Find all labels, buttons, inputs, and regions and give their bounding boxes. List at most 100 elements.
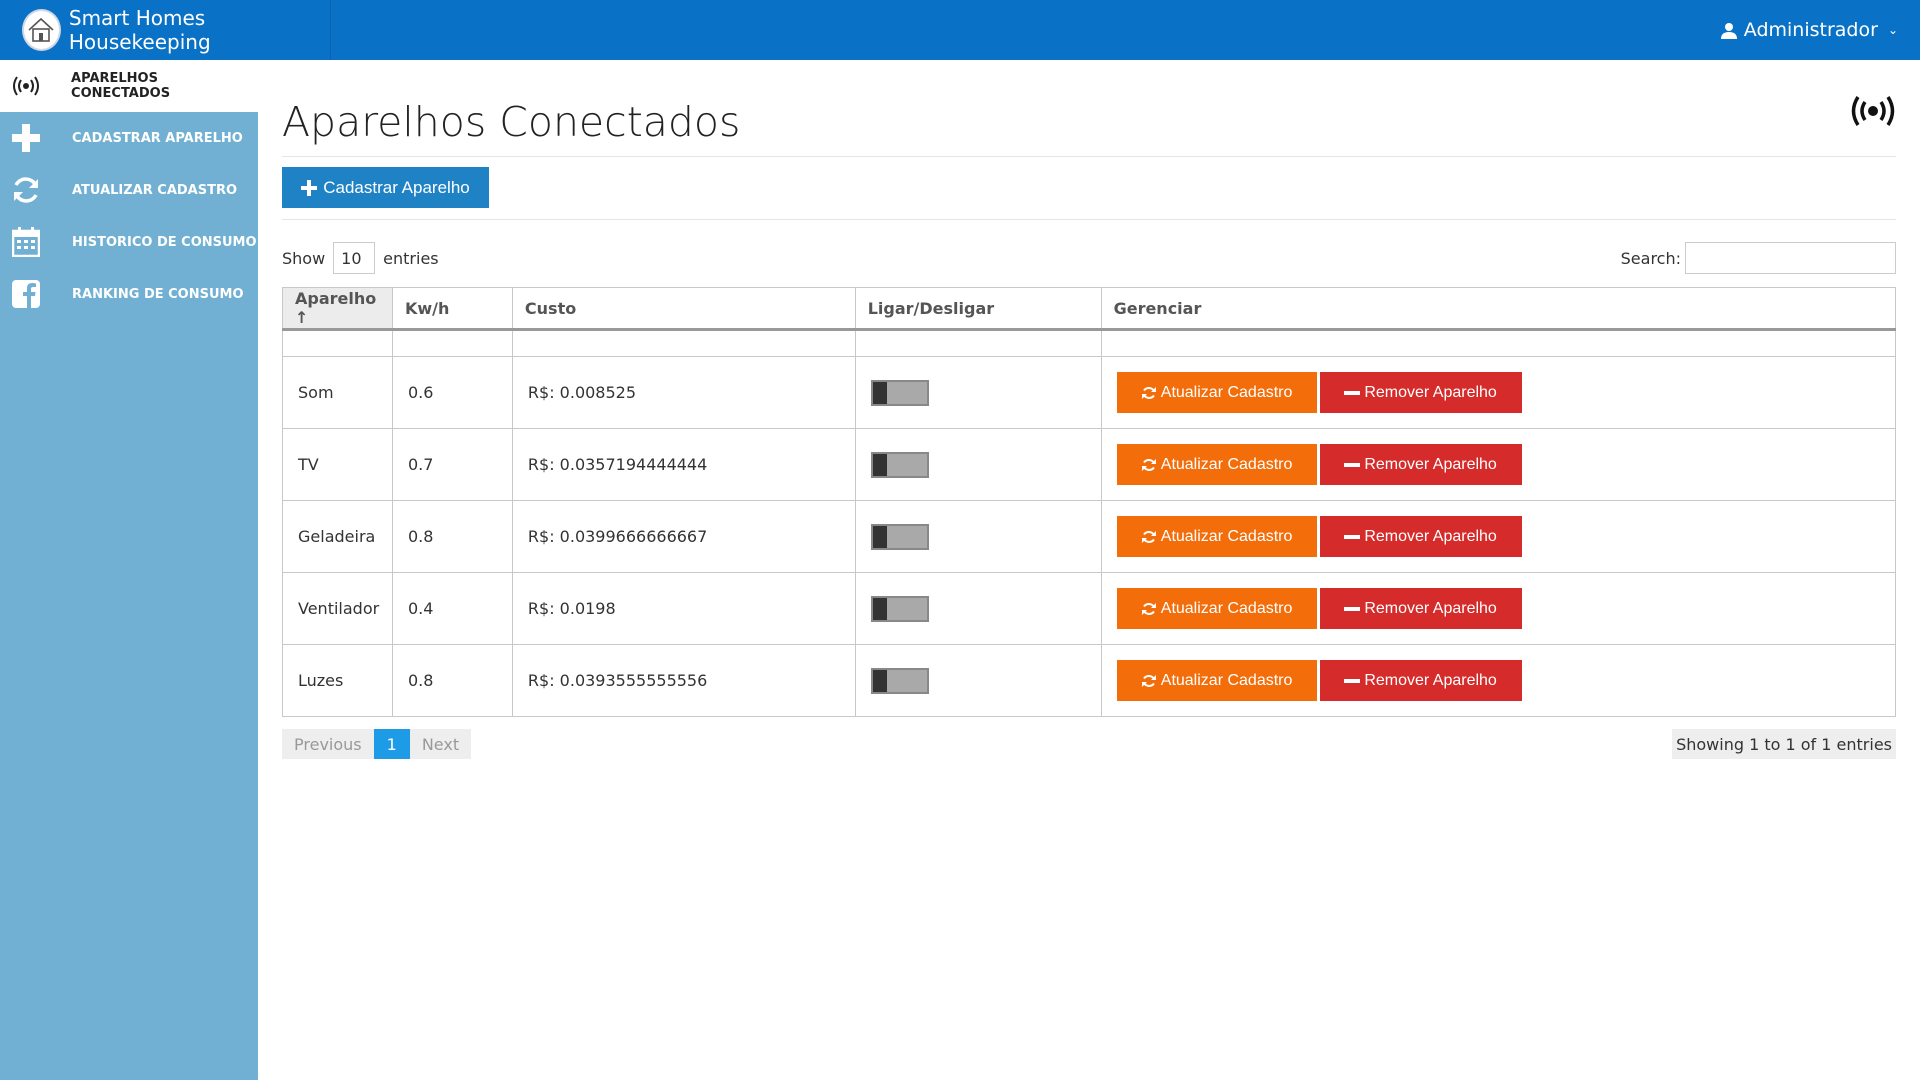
refresh-icon bbox=[1141, 602, 1156, 615]
cell-aparelho: Som bbox=[282, 356, 393, 429]
remove-button[interactable]: Remover Aparelho bbox=[1319, 660, 1522, 701]
cell-kwh: 0.7 bbox=[391, 428, 513, 501]
plus-icon bbox=[301, 179, 318, 196]
power-toggle[interactable] bbox=[870, 667, 929, 694]
cell-custo: R$: 0.0393555555556 bbox=[511, 644, 856, 717]
remove-button[interactable]: Remover Aparelho bbox=[1319, 372, 1522, 413]
column-header-gerenciar[interactable]: Gerenciar bbox=[1100, 287, 1897, 331]
brand[interactable]: Smart Homes Housekeeping bbox=[0, 0, 331, 60]
cell-aparelho: Luzes bbox=[282, 644, 393, 717]
cadastrar-aparelho-button[interactable]: Cadastrar Aparelho bbox=[282, 167, 489, 208]
minus-icon bbox=[1344, 678, 1361, 683]
column-header-custo[interactable]: Custo bbox=[511, 287, 856, 331]
minus-icon bbox=[1344, 462, 1361, 467]
table-row: Ventilador 0.4 R$: 0.0198 Atualizar Cada… bbox=[282, 572, 1897, 645]
cell-aparelho: TV bbox=[282, 428, 393, 501]
update-button[interactable]: Atualizar Cadastro bbox=[1116, 372, 1317, 413]
calendar-icon bbox=[0, 227, 72, 257]
remove-button[interactable]: Remover Aparelho bbox=[1319, 588, 1522, 629]
user-name: Administrador bbox=[1743, 19, 1878, 41]
divider bbox=[282, 156, 1896, 157]
page-length-control: Show 10 entries bbox=[282, 241, 439, 275]
sidebar-item-label: ATUALIZAR CADASTRO bbox=[72, 182, 238, 198]
remove-button[interactable]: Remover Aparelho bbox=[1319, 444, 1522, 485]
cell-actions: Atualizar Cadastro Remover Aparelho bbox=[1100, 644, 1897, 717]
table-row: Geladeira 0.8 R$: 0.0399666666667 Atuali… bbox=[282, 500, 1897, 573]
user-menu[interactable]: Administrador ⌄ bbox=[1720, 0, 1898, 60]
power-toggle[interactable] bbox=[870, 379, 929, 406]
refresh-icon bbox=[1141, 530, 1156, 543]
cell-actions: Atualizar Cadastro Remover Aparelho bbox=[1100, 428, 1897, 501]
pagination: Previous 1 Next bbox=[282, 729, 472, 759]
facebook-icon bbox=[0, 279, 72, 309]
sidebar-item-ranking-de-consumo[interactable]: RANKING DE CONSUMO bbox=[0, 268, 258, 320]
search-control: Search: bbox=[1621, 241, 1896, 275]
cell-custo: R$: 0.0399666666667 bbox=[511, 500, 856, 573]
table-row: Som 0.6 R$: 0.008525 Atualizar Cadastro R… bbox=[282, 356, 1897, 429]
cell-toggle bbox=[854, 644, 1102, 717]
next-button[interactable]: Next bbox=[409, 729, 472, 759]
cell-actions: Atualizar Cadastro Remover Aparelho bbox=[1100, 500, 1897, 573]
cell-custo: R$: 0.008525 bbox=[511, 356, 856, 429]
page-button-1[interactable]: 1 bbox=[373, 729, 410, 759]
cell-toggle bbox=[854, 356, 1102, 429]
sidebar-item-label: APARELHOS CONECTADOS bbox=[71, 71, 171, 101]
cell-actions: Atualizar Cadastro Remover Aparelho bbox=[1100, 572, 1897, 645]
table-row: TV 0.7 R$: 0.0357194444444 Atualizar Cad… bbox=[282, 428, 1897, 501]
cell-aparelho: Ventilador bbox=[282, 572, 393, 645]
radio-waves-icon bbox=[1850, 94, 1896, 133]
update-button[interactable]: Atualizar Cadastro bbox=[1116, 588, 1317, 629]
sidebar: APARELHOS CONECTADOS CADASTRAR APARELHO … bbox=[0, 60, 258, 1080]
empty-row bbox=[282, 329, 1897, 357]
cell-toggle bbox=[854, 428, 1102, 501]
table-header-row: Aparelho ↑ Kw/h Custo Ligar/Desligar Ger… bbox=[282, 287, 1897, 331]
update-button[interactable]: Atualizar Cadastro bbox=[1116, 516, 1317, 557]
table-row: Luzes 0.8 R$: 0.0393555555556 Atualizar … bbox=[282, 644, 1897, 717]
remove-button[interactable]: Remover Aparelho bbox=[1319, 516, 1522, 557]
sidebar-item-label: CADASTRAR APARELHO bbox=[72, 130, 243, 146]
previous-button[interactable]: Previous bbox=[282, 729, 374, 759]
cell-aparelho: Geladeira bbox=[282, 500, 393, 573]
table-info: Showing 1 to 1 of 1 entries bbox=[1672, 729, 1896, 759]
minus-icon bbox=[1344, 390, 1361, 395]
entries-select[interactable]: 10 bbox=[333, 242, 376, 274]
minus-icon bbox=[1344, 606, 1361, 611]
radio-waves-icon bbox=[0, 75, 71, 97]
power-toggle[interactable] bbox=[870, 523, 929, 550]
cell-custo: R$: 0.0198 bbox=[511, 572, 856, 645]
app-title: Smart Homes Housekeeping bbox=[68, 6, 211, 54]
sidebar-item-label: RANKING DE CONSUMO bbox=[72, 286, 244, 302]
update-button[interactable]: Atualizar Cadastro bbox=[1116, 444, 1317, 485]
refresh-icon bbox=[1141, 386, 1156, 399]
refresh-icon bbox=[1141, 674, 1156, 687]
power-toggle[interactable] bbox=[870, 451, 929, 478]
sidebar-item-cadastrar-aparelho[interactable]: CADASTRAR APARELHO bbox=[0, 112, 258, 164]
cell-actions: Atualizar Cadastro Remover Aparelho bbox=[1100, 356, 1897, 429]
button-label: Cadastrar Aparelho bbox=[323, 177, 470, 197]
sidebar-item-atualizar-cadastro[interactable]: ATUALIZAR CADASTRO bbox=[0, 164, 258, 216]
house-logo-icon bbox=[22, 9, 61, 51]
devices-table: Aparelho ↑ Kw/h Custo Ligar/Desligar Ger… bbox=[282, 287, 1897, 717]
sidebar-item-historico-de-consumo[interactable]: HISTORICO DE CONSUMO bbox=[0, 216, 258, 268]
cell-kwh: 0.8 bbox=[391, 500, 513, 573]
power-toggle[interactable] bbox=[870, 595, 929, 622]
search-input[interactable] bbox=[1685, 242, 1896, 274]
plus-icon bbox=[0, 123, 72, 153]
divider bbox=[282, 219, 1896, 220]
sidebar-item-aparelhos-conectados[interactable]: APARELHOS CONECTADOS bbox=[0, 60, 258, 112]
column-header-kwh[interactable]: Kw/h bbox=[391, 287, 513, 331]
column-header-ligar-desligar[interactable]: Ligar/Desligar bbox=[854, 287, 1102, 331]
column-header-aparelho[interactable]: Aparelho ↑ bbox=[282, 287, 393, 331]
page-title: Aparelhos Conectados bbox=[282, 98, 741, 146]
sidebar-item-label: HISTORICO DE CONSUMO bbox=[72, 234, 257, 250]
refresh-icon bbox=[1141, 458, 1156, 471]
update-button[interactable]: Atualizar Cadastro bbox=[1116, 660, 1317, 701]
chevron-down-icon: ⌄ bbox=[1887, 23, 1898, 37]
cell-kwh: 0.6 bbox=[391, 356, 513, 429]
minus-icon bbox=[1344, 534, 1361, 539]
user-icon bbox=[1720, 23, 1737, 39]
search-label: Search: bbox=[1620, 248, 1681, 268]
refresh-icon bbox=[0, 175, 72, 205]
cell-toggle bbox=[854, 572, 1102, 645]
cell-kwh: 0.4 bbox=[391, 572, 513, 645]
